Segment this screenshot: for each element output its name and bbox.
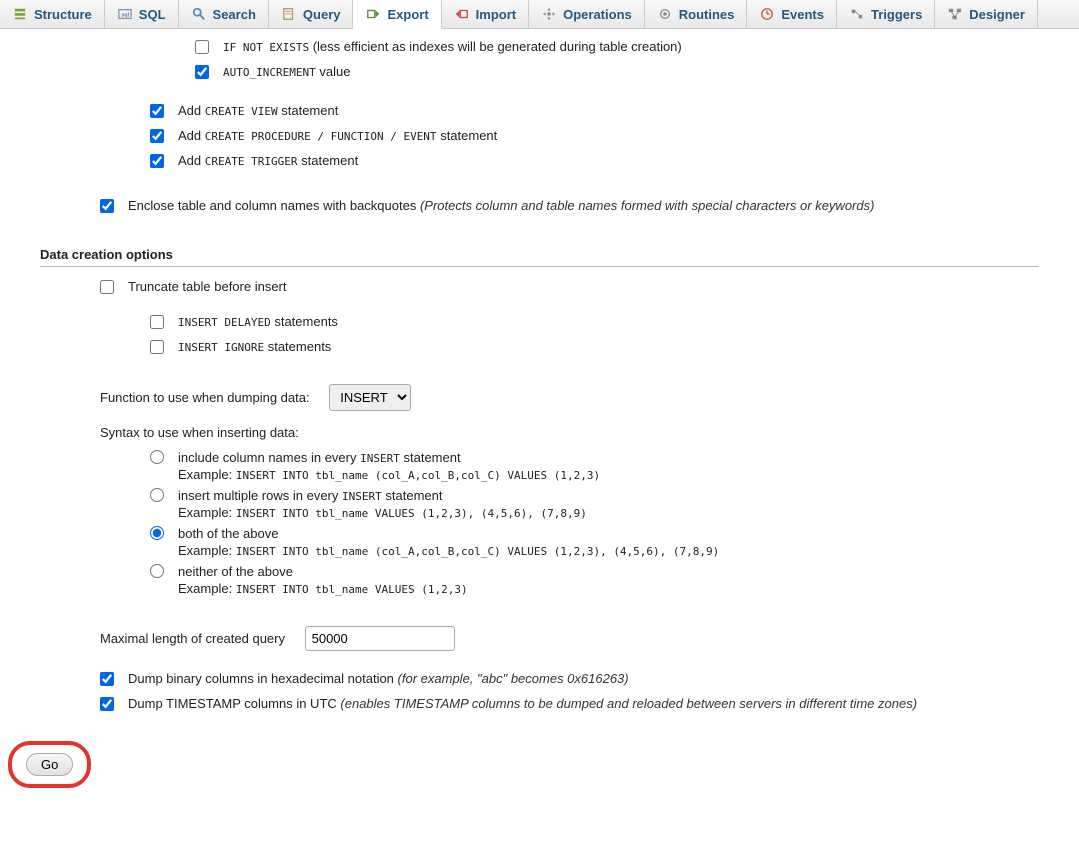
syntax-neither-radio[interactable] <box>150 564 164 578</box>
truncate-label: Truncate table before insert <box>128 279 287 294</box>
syntax-both-label: both of the above Example: INSERT INTO t… <box>178 526 719 558</box>
if-not-exists-label: IF NOT EXISTS (less efficient as indexes… <box>223 39 682 54</box>
tab-search[interactable]: Search <box>179 0 269 28</box>
syntax-both-radio[interactable] <box>150 526 164 540</box>
syntax-neither-label: neither of the above Example: INSERT INT… <box>178 564 468 596</box>
utc-label: Dump TIMESTAMP columns in UTC (enables T… <box>128 696 917 711</box>
tab-query[interactable]: Query <box>269 0 354 28</box>
import-icon <box>454 6 470 22</box>
tab-structure[interactable]: Structure <box>0 0 105 28</box>
events-icon <box>759 6 775 22</box>
create-procedure-label: Add CREATE PROCEDURE / FUNCTION / EVENT … <box>178 128 497 143</box>
create-procedure-checkbox[interactable] <box>150 129 164 143</box>
hex-checkbox[interactable] <box>100 672 114 686</box>
syntax-multirow-label: insert multiple rows in every INSERT sta… <box>178 488 587 520</box>
svg-text:sql: sql <box>121 13 129 19</box>
syntax-multirow-radio[interactable] <box>150 488 164 502</box>
maxlen-label: Maximal length of created query <box>100 631 285 646</box>
create-view-checkbox[interactable] <box>150 104 164 118</box>
hex-label: Dump binary columns in hexadecimal notat… <box>128 671 629 686</box>
create-view-label: Add CREATE VIEW statement <box>178 103 338 118</box>
syntax-columns-radio[interactable] <box>150 450 164 464</box>
content-area: IF NOT EXISTS (less efficient as indexes… <box>0 39 1079 711</box>
dump-function-label: Function to use when dumping data: <box>100 390 310 405</box>
operations-icon <box>541 6 557 22</box>
insert-ignore-checkbox[interactable] <box>150 340 164 354</box>
go-highlight: Go <box>8 741 91 788</box>
tab-designer[interactable]: Designer <box>935 0 1038 28</box>
search-icon <box>191 6 207 22</box>
if-not-exists-checkbox[interactable] <box>195 40 209 54</box>
dump-function-select[interactable]: INSERT <box>329 384 411 411</box>
sql-icon: sql <box>117 6 133 22</box>
top-tabs: Structure sql SQL Search Query Export Im… <box>0 0 1079 29</box>
query-icon <box>281 6 297 22</box>
structure-icon <box>12 6 28 22</box>
syntax-columns-label: include column names in every INSERT sta… <box>178 450 600 482</box>
tab-triggers[interactable]: Triggers <box>837 0 935 28</box>
auto-increment-checkbox[interactable] <box>195 65 209 79</box>
truncate-checkbox[interactable] <box>100 280 114 294</box>
tab-events[interactable]: Events <box>747 0 837 28</box>
syntax-label: Syntax to use when inserting data: <box>100 425 299 440</box>
export-icon <box>365 6 381 22</box>
create-trigger-checkbox[interactable] <box>150 154 164 168</box>
tab-sql[interactable]: sql SQL <box>105 0 179 28</box>
tab-import[interactable]: Import <box>442 0 529 28</box>
maxlen-input[interactable] <box>305 626 455 651</box>
tab-routines[interactable]: Routines <box>645 0 748 28</box>
tab-operations[interactable]: Operations <box>529 0 645 28</box>
insert-ignore-label: INSERT IGNORE statements <box>178 339 331 354</box>
go-button[interactable]: Go <box>26 753 73 776</box>
enclose-backquotes-checkbox[interactable] <box>100 199 114 213</box>
insert-delayed-checkbox[interactable] <box>150 315 164 329</box>
create-trigger-label: Add CREATE TRIGGER statement <box>178 153 358 168</box>
auto-increment-label: AUTO_INCREMENT value <box>223 64 350 79</box>
triggers-icon <box>849 6 865 22</box>
enclose-backquotes-label: Enclose table and column names with back… <box>128 198 874 213</box>
tab-export[interactable]: Export <box>353 0 441 29</box>
routines-icon <box>657 6 673 22</box>
designer-icon <box>947 6 963 22</box>
utc-checkbox[interactable] <box>100 697 114 711</box>
insert-delayed-label: INSERT DELAYED statements <box>178 314 338 329</box>
data-creation-header: Data creation options <box>40 243 1039 267</box>
